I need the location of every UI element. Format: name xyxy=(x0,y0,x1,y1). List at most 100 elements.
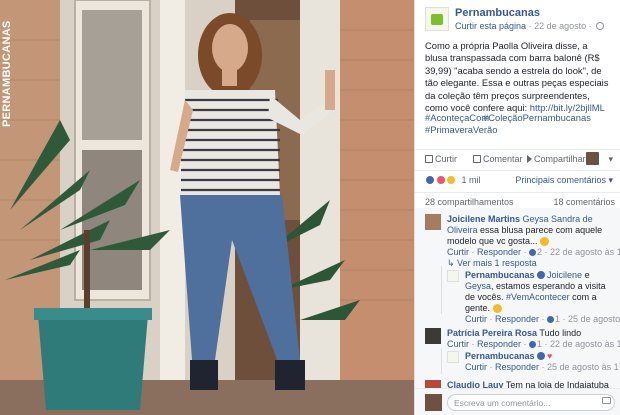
comment-time[interactable]: 25 de agosto às 17:31 xyxy=(547,362,620,372)
post-header: Pernambucanas Curtir esta página · 22 de… xyxy=(425,5,615,35)
comment-icon xyxy=(473,155,481,163)
facebook-photo-viewer: PERNAMBUCANAS Pernambucanas Curtir esta … xyxy=(0,0,620,415)
comment-mention[interactable]: Geysa xyxy=(465,281,491,291)
user-avatar[interactable] xyxy=(586,152,599,165)
comment-mention[interactable]: Joicilene xyxy=(547,270,582,280)
hashtag-link[interactable]: #ColeçãoPernambucanas xyxy=(483,112,591,124)
comment-time[interactable]: 22 de agosto às 19:53 xyxy=(550,247,620,257)
thumbs-up-icon xyxy=(529,341,537,348)
haha-reaction-icon xyxy=(446,175,457,185)
comment-body: Patrícia Pereira Rosa Tudo lindo Curtir … xyxy=(447,328,620,350)
comment-reply-link[interactable]: Responder xyxy=(495,362,539,372)
comments-count[interactable]: 18 comentários xyxy=(553,197,615,207)
post-counts: 28 compartilhamentos 18 comentários xyxy=(425,197,615,207)
shares-count[interactable]: 28 compartilhamentos xyxy=(425,197,514,207)
page-avatar[interactable] xyxy=(425,7,449,31)
commenter-avatar[interactable] xyxy=(447,270,459,282)
reactions-count: 1 mil xyxy=(461,175,481,185)
comment-tools: Curtir · Responder · 2 · 22 de agosto às… xyxy=(447,247,620,258)
page-logo-icon xyxy=(431,14,443,25)
commenter-avatar[interactable] xyxy=(425,214,441,230)
verified-badge-icon xyxy=(536,271,545,279)
comment-text: Tudo lindo xyxy=(539,328,582,338)
comment-body: Joicilene Martins Geysa Sandra de Olivei… xyxy=(447,214,620,258)
thumbs-up-icon xyxy=(425,155,433,163)
like-action-button[interactable]: Curtir xyxy=(425,154,457,164)
user-avatar[interactable] xyxy=(425,394,442,411)
thumbs-up-icon xyxy=(547,316,555,323)
comment-input[interactable]: Escreva um comentário... xyxy=(447,394,615,411)
comment-body: Pernambucanas Joicilene e Geysa, estamos… xyxy=(465,270,620,325)
comment-author[interactable]: Pernambucanas xyxy=(465,270,535,280)
comments-sort-label: Principais comentários xyxy=(515,175,606,185)
comment-author[interactable]: Patrícia Pereira Rosa xyxy=(447,328,537,338)
view-more-replies-label: Ver mais 1 resposta xyxy=(457,258,537,268)
comments-list: Joicilene Martins Geysa Sandra de Olivei… xyxy=(415,208,620,401)
emoji-icon xyxy=(492,304,502,313)
comment-time[interactable]: 25 de agosto às 17:30 xyxy=(568,314,620,324)
comment-hashtag[interactable]: #VemAcontecer xyxy=(506,292,570,302)
share-action-button[interactable]: Compartilhar xyxy=(527,154,586,164)
comments-sort-dropdown[interactable]: Principais comentários ▾ xyxy=(515,175,613,186)
love-reaction-icon xyxy=(435,175,446,185)
thumbs-up-icon xyxy=(529,249,537,256)
comment-like-link[interactable]: Curtir xyxy=(447,339,469,349)
like-page-link[interactable]: Curtir esta página xyxy=(455,21,526,31)
comment-like-link[interactable]: Curtir xyxy=(465,362,487,372)
comment-tools: Curtir · Responder · 25 de agosto às 17:… xyxy=(465,362,620,373)
comment-likes-count: 1 xyxy=(537,339,543,349)
comment-author[interactable]: Pernambucanas xyxy=(465,351,535,361)
comment-composer: Escreva um comentário... xyxy=(415,388,620,415)
view-more-replies-link[interactable]: ↳ Ver mais 1 resposta xyxy=(447,258,537,269)
reply-arrow-icon: ↳ xyxy=(447,258,458,268)
comment-reply-link[interactable]: Responder xyxy=(477,247,521,257)
comment-body: Pernambucanas ♥ Curtir · Responder · 25 … xyxy=(465,351,620,373)
page-name-link[interactable]: Pernambucanas xyxy=(455,7,540,19)
like-action-label: Curtir xyxy=(435,154,457,164)
comment-action-button[interactable]: Comentar xyxy=(473,154,523,164)
share-icon xyxy=(527,155,532,163)
post-meta: Curtir esta página · 22 de agosto · xyxy=(455,21,605,31)
comment-tools: Curtir · Responder · 1 · 25 de agosto às… xyxy=(465,314,620,325)
photo-watermark: PERNAMBUCANAS xyxy=(1,20,13,127)
commenter-avatar[interactable] xyxy=(447,351,459,363)
like-reaction-icon xyxy=(425,175,435,185)
heart-icon: ♥ xyxy=(547,351,553,361)
comment-author[interactable]: Joicilene Martins xyxy=(447,214,520,224)
comment-item: Patrícia Pereira Rosa Tudo lindo Curtir … xyxy=(425,328,620,352)
post-date[interactable]: 22 de agosto xyxy=(534,21,586,31)
post-hashtags: #AconteçaCom #ColeçãoPernambucanas #Prim… xyxy=(425,112,615,137)
hashtag-link[interactable]: #PrimaveraVerão xyxy=(425,124,615,136)
share-action-label: Compartilhar xyxy=(534,154,586,164)
reactions-summary[interactable]: 1 mil Principais comentários ▾ xyxy=(425,175,615,189)
comment-like-link[interactable]: Curtir xyxy=(465,314,487,324)
comment-reply: Pernambucanas Joicilene e Geysa, estamos… xyxy=(447,270,620,324)
verified-badge-icon xyxy=(536,352,545,360)
comment-reply: Pernambucanas ♥ Curtir · Responder · 25 … xyxy=(447,351,620,375)
comment-action-label: Comentar xyxy=(483,154,523,164)
chevron-down-icon[interactable]: ▾ xyxy=(608,154,613,165)
commenter-avatar[interactable] xyxy=(425,328,441,344)
comment-reply-link[interactable]: Responder xyxy=(477,339,521,349)
divider xyxy=(415,170,620,171)
comment-tools: Curtir · Responder · 1 · 22 de agosto às… xyxy=(447,339,620,350)
divider xyxy=(415,149,620,150)
post-caption: Como a própria Paolla Oliveira disse, a … xyxy=(425,40,610,114)
globe-icon xyxy=(596,22,605,30)
photo-illustration xyxy=(0,0,414,415)
emoji-icon xyxy=(540,237,550,246)
comment-text: e xyxy=(584,270,590,280)
comment-likes-count: 1 xyxy=(555,314,561,324)
post-photo[interactable]: PERNAMBUCANAS xyxy=(0,0,414,415)
comment-item: Joicilene Martins Geysa Sandra de Olivei… xyxy=(425,214,620,258)
comment-reply-link[interactable]: Responder xyxy=(495,314,539,324)
reply-thread-line xyxy=(441,348,442,374)
comment-likes-count: 2 xyxy=(537,247,543,257)
camera-icon[interactable] xyxy=(602,397,611,404)
divider xyxy=(415,192,620,193)
comment-like-link[interactable]: Curtir xyxy=(447,247,469,257)
post-details-panel: Pernambucanas Curtir esta página · 22 de… xyxy=(414,0,620,415)
comment-time[interactable]: 22 de agosto às 17:56 xyxy=(550,339,620,349)
reply-thread-line xyxy=(441,266,442,314)
post-actions: Curtir Comentar Compartilhar ▾ xyxy=(425,152,615,168)
